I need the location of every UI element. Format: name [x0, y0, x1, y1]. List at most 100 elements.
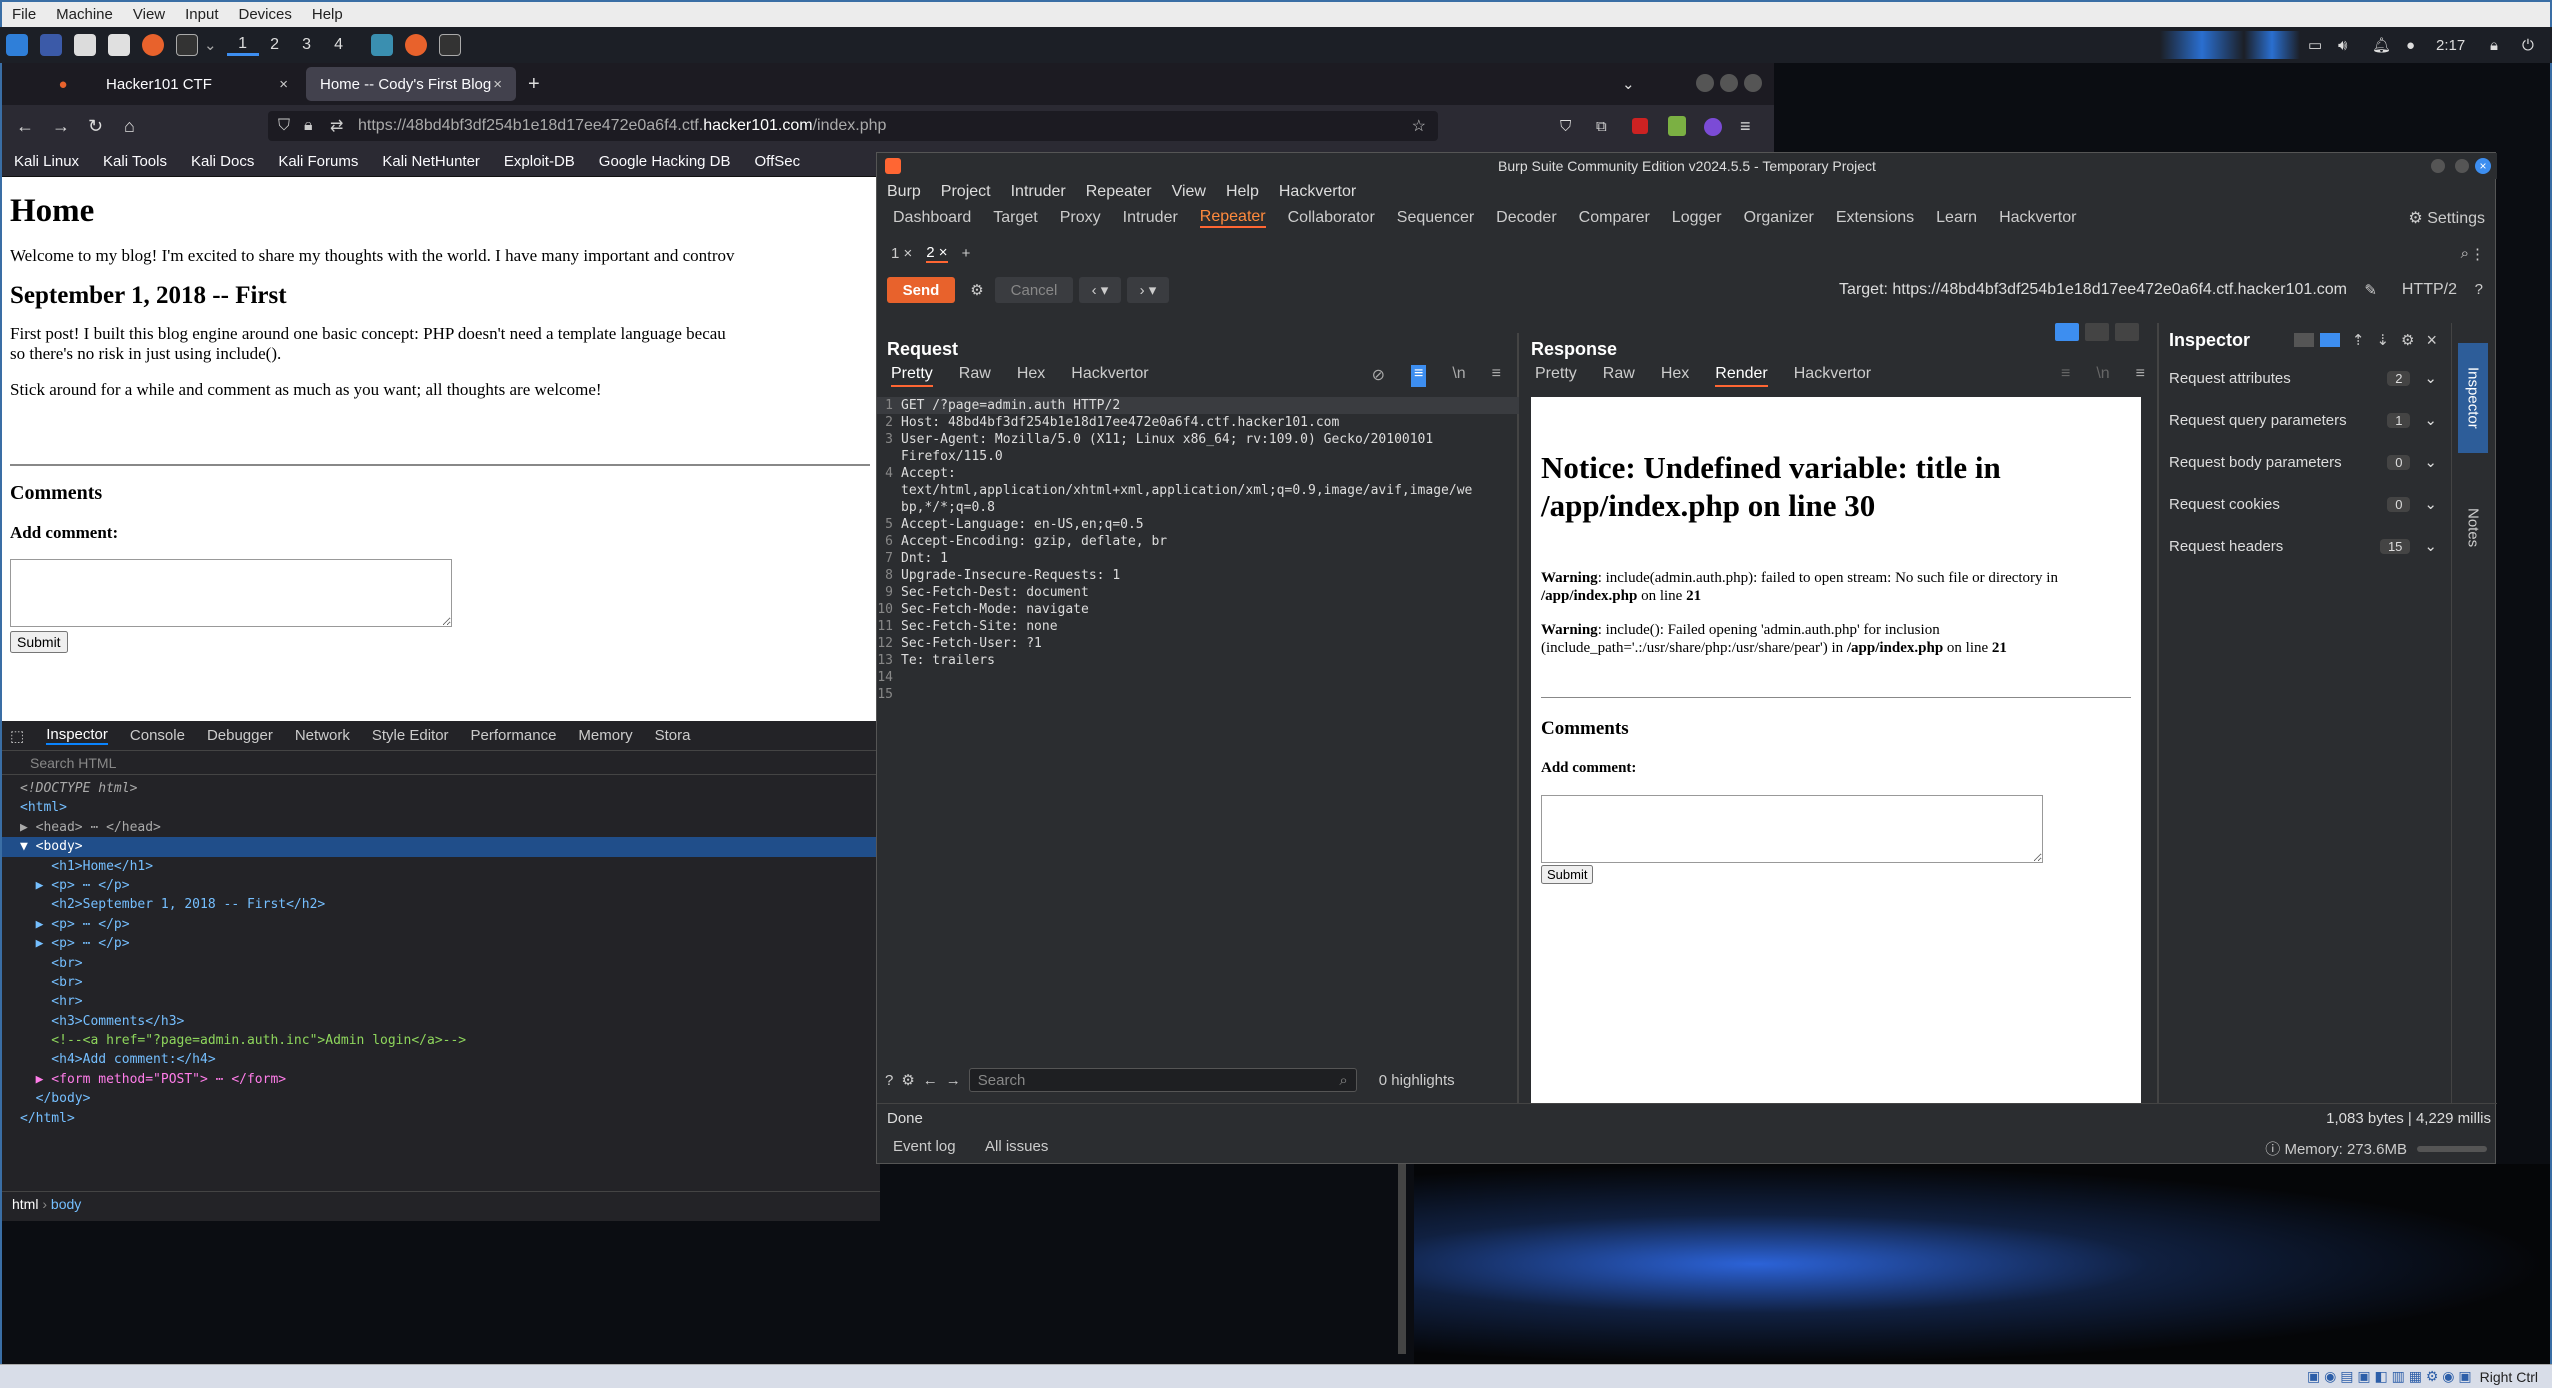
- new-tab-button[interactable]: +: [528, 73, 540, 96]
- request-editor[interactable]: 1 GET /?page=admin.auth HTTP/2 2 Host: 48b…: [877, 397, 1519, 1037]
- newline-icon[interactable]: \n: [1452, 365, 1465, 387]
- url-input[interactable]: ⛉ 🔒︎ ⇄ https://48bd4bf3df254b1e18d17ee47…: [268, 111, 1438, 141]
- vm-menu-view[interactable]: View: [133, 6, 165, 23]
- bookmark-kali-forums[interactable]: Kali Forums: [278, 153, 358, 170]
- http-version[interactable]: HTTP/2: [2402, 281, 2457, 299]
- tab-cody-blog[interactable]: Home -- Cody's First Blog ×: [306, 67, 516, 101]
- bookmark-kali-tools[interactable]: Kali Tools: [103, 153, 167, 170]
- request-tab-raw[interactable]: Raw: [959, 365, 991, 387]
- terminal-icon[interactable]: [176, 34, 198, 56]
- bookmark-kali-linux[interactable]: Kali Linux: [14, 153, 79, 170]
- markup-line-selected[interactable]: ▼ <body>: [0, 837, 880, 857]
- cancel-button[interactable]: Cancel: [995, 277, 1073, 303]
- minimize-icon[interactable]: [2431, 159, 2445, 173]
- close-icon[interactable]: ×: [493, 76, 502, 93]
- terminal-taskbar-icon[interactable]: [438, 34, 461, 56]
- menu-project[interactable]: Project: [941, 183, 991, 201]
- vm-menu-devices[interactable]: Devices: [239, 6, 292, 23]
- side-tab-notes[interactable]: Notes: [2458, 483, 2488, 573]
- comment-textarea[interactable]: [10, 559, 452, 627]
- wrap-lines-icon[interactable]: ≡: [2061, 365, 2070, 387]
- menu-icon[interactable]: ≡: [1492, 365, 1501, 387]
- extensions-icon[interactable]: ⧉: [1596, 118, 1607, 135]
- minimize-icon[interactable]: [1696, 74, 1714, 92]
- tab-comparer[interactable]: Comparer: [1579, 209, 1650, 227]
- element-picker-icon[interactable]: ⬚: [10, 727, 24, 745]
- lock-icon[interactable]: 🔒︎: [304, 117, 313, 135]
- devtools-tab-style-editor[interactable]: Style Editor: [372, 727, 449, 744]
- submit-button[interactable]: Submit: [1541, 865, 1594, 884]
- tab-hacker101-ctf[interactable]: Hacker101 CTF ×: [92, 67, 302, 101]
- maximize-icon[interactable]: [2455, 159, 2469, 173]
- vm-menu-machine[interactable]: Machine: [56, 6, 113, 23]
- inspector-row-headers[interactable]: Request headers 15 ⌄: [2159, 525, 2447, 567]
- tab-hackvertor[interactable]: Hackvertor: [1999, 209, 2076, 227]
- hide-icon[interactable]: ⊘: [1372, 365, 1385, 387]
- menu-burp[interactable]: Burp: [887, 183, 921, 201]
- breadcrumb-body[interactable]: body: [51, 1196, 81, 1212]
- html-search-input[interactable]: Search HTML: [0, 751, 880, 775]
- response-tab-render[interactable]: Render: [1715, 365, 1768, 387]
- markup-line[interactable]: <h2>September 1, 2018 -- First</h2>: [20, 895, 880, 914]
- burp-taskbar-icon[interactable]: [370, 34, 393, 56]
- power-icon[interactable]: ●: [2406, 37, 2415, 54]
- submit-button[interactable]: Submit: [10, 631, 68, 653]
- kali-menu-icon[interactable]: [6, 34, 28, 56]
- file-manager-icon[interactable]: [74, 34, 96, 56]
- devtools-tab-memory[interactable]: Memory: [578, 727, 632, 744]
- tab-collaborator[interactable]: Collaborator: [1288, 209, 1375, 227]
- tab-logger[interactable]: Logger: [1672, 209, 1722, 227]
- markup-comment-line[interactable]: <!--<a href="?page=admin.auth.inc">Admin…: [20, 1031, 880, 1050]
- tab-sequencer[interactable]: Sequencer: [1397, 209, 1474, 227]
- tab-repeater[interactable]: Repeater: [1199, 208, 1266, 228]
- devtools-tab-inspector[interactable]: Inspector: [46, 726, 108, 745]
- close-icon[interactable]: ×: [2426, 330, 2437, 351]
- text-editor-icon[interactable]: [108, 34, 130, 56]
- markup-line[interactable]: <br>: [20, 973, 880, 992]
- tab-decoder[interactable]: Decoder: [1496, 209, 1556, 227]
- settings-button[interactable]: ⚙ Settings: [2408, 208, 2485, 228]
- close-icon[interactable]: ×: [2475, 158, 2491, 174]
- workspace-3[interactable]: 3: [291, 36, 323, 54]
- tab-learn[interactable]: Learn: [1936, 209, 1977, 227]
- request-tab-pretty[interactable]: Pretty: [891, 365, 933, 387]
- back-icon[interactable]: ←: [16, 116, 34, 137]
- markup-line[interactable]: <hr>: [20, 992, 880, 1011]
- event-log-tab[interactable]: Event log: [893, 1138, 956, 1155]
- help-icon[interactable]: ?: [885, 1072, 893, 1089]
- wappalyzer-icon[interactable]: [1704, 118, 1722, 136]
- markup-line[interactable]: ▶ <p> ⋯ </p>: [20, 934, 880, 953]
- markup-line[interactable]: ▶ <head> ⋯ </head>: [20, 818, 880, 837]
- firefox-icon[interactable]: [142, 34, 164, 56]
- list-tabs-icon[interactable]: ⌄: [1622, 75, 1635, 93]
- history-forward-button[interactable]: › ▾: [1127, 277, 1169, 303]
- devtools-tab-network[interactable]: Network: [295, 727, 350, 744]
- previous-icon[interactable]: ←: [923, 1072, 938, 1089]
- layout-icon[interactable]: [2319, 333, 2340, 347]
- menu-view[interactable]: View: [1172, 183, 1206, 201]
- bookmark-offsec[interactable]: OffSec: [755, 153, 801, 170]
- ublock-icon[interactable]: [1632, 118, 1648, 134]
- bookmark-star-icon[interactable]: ☆: [1412, 116, 1426, 136]
- show-desktop-icon[interactable]: [40, 34, 62, 56]
- markup-line[interactable]: ▶ <p> ⋯ </p>: [20, 915, 880, 934]
- menu-icon[interactable]: ≡: [2136, 365, 2145, 387]
- tab-organizer[interactable]: Organizer: [1744, 209, 1814, 227]
- inspector-row-cookies[interactable]: Request cookies 0 ⌄: [2159, 483, 2447, 525]
- logout-icon[interactable]: ⏻: [2522, 37, 2534, 54]
- vm-menu-input[interactable]: Input: [185, 6, 218, 23]
- close-icon[interactable]: ×: [279, 76, 288, 93]
- firefox-taskbar-icon[interactable]: [404, 34, 427, 56]
- gear-icon[interactable]: ⚙: [2401, 331, 2414, 349]
- vm-menu-help[interactable]: Help: [312, 6, 343, 23]
- breadcrumb-html[interactable]: html: [12, 1196, 38, 1212]
- newline-icon[interactable]: \n: [2096, 365, 2109, 387]
- request-tab-hex[interactable]: Hex: [1017, 365, 1045, 387]
- notification-icon[interactable]: 🔔︎: [2372, 36, 2391, 54]
- history-back-button[interactable]: ‹ ▾: [1079, 277, 1121, 303]
- markup-line[interactable]: ▶ <form method="POST"> ⋯ </form>: [20, 1070, 880, 1089]
- markup-line[interactable]: <h1>Home</h1>: [20, 857, 880, 876]
- next-icon[interactable]: →: [946, 1072, 961, 1089]
- markup-line[interactable]: ▶ <p> ⋯ </p>: [20, 876, 880, 895]
- pocket-icon[interactable]: ⛉: [1560, 118, 1571, 135]
